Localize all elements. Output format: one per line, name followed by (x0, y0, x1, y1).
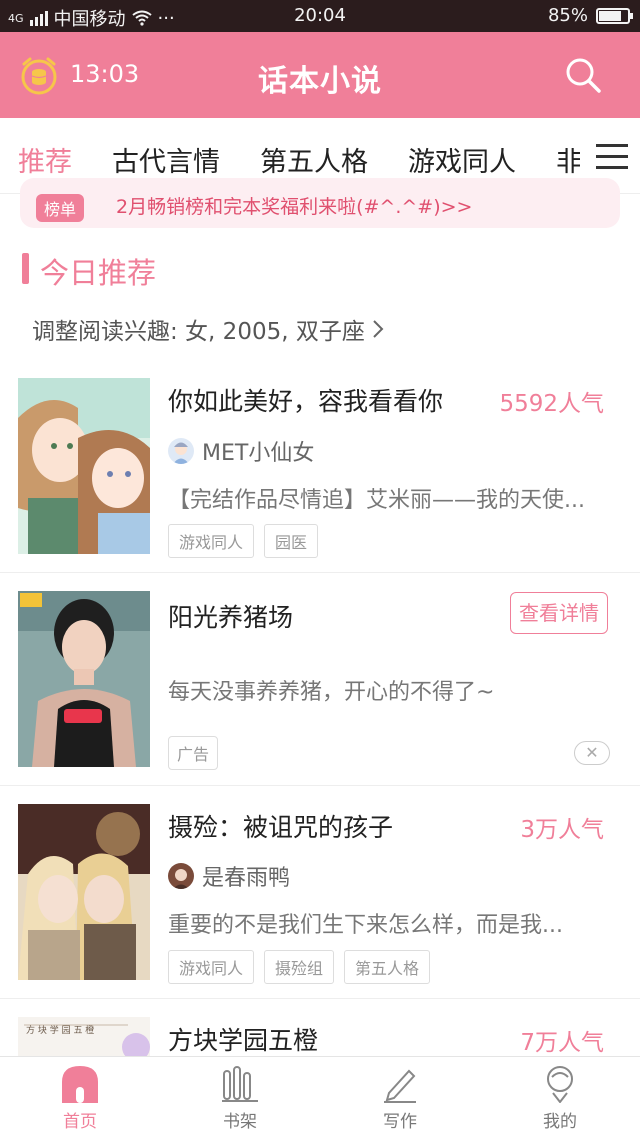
status-bar: 4G 中国移动 ··· 20:04 85% (0, 0, 640, 32)
popularity-count: 7万人气 (520, 1030, 604, 1056)
ad-label: 广告 (168, 736, 219, 770)
section-accent-bar (22, 253, 29, 284)
battery-icon (596, 7, 633, 24)
banner-tag: 榜单 (36, 194, 85, 222)
divider (0, 785, 640, 786)
home-icon (62, 1066, 98, 1103)
book-title: 你如此美好，容我看看你 (168, 387, 444, 416)
book-title: 方块学园五橙 (168, 1026, 319, 1055)
nav-label: 我的 (543, 1112, 577, 1132)
close-icon[interactable]: ✕ (574, 741, 610, 765)
bookshelf-icon (222, 1066, 258, 1102)
book-description: 【完结作品尽情追】艾米丽——我的天使... (168, 488, 585, 513)
nav-write[interactable]: 写作 (360, 1065, 440, 1132)
chevron-right-icon (373, 320, 384, 338)
app-title: 话本小说 (258, 64, 382, 99)
nav-label: 首页 (63, 1112, 97, 1132)
book-cover[interactable] (18, 378, 150, 554)
book-title: 摄殓：被诅咒的孩子 (168, 813, 394, 842)
divider (0, 998, 640, 999)
tag[interactable]: 游戏同人 (168, 524, 255, 558)
book-cover[interactable]: 方 块 学 园 五 橙 (18, 1017, 150, 1056)
author-avatar (168, 438, 194, 464)
tag[interactable]: 第五人格 (344, 950, 431, 984)
profile-icon (547, 1066, 573, 1103)
divider (0, 572, 640, 573)
nav-home[interactable]: 首页 (40, 1065, 120, 1132)
pencil-icon (384, 1069, 416, 1103)
book-cover[interactable] (18, 804, 150, 980)
bottom-navigation: 首页 书架 写作 我的 (0, 1056, 640, 1138)
author-avatar (168, 863, 194, 889)
popularity-count: 3万人气 (520, 817, 604, 843)
tag-list: 游戏同人 园医 (168, 524, 319, 558)
battery-level (599, 10, 621, 21)
banner-text: 2月畅销榜和完本奖福利来啦(#^.^#)>> (116, 196, 473, 218)
author-name: MET小仙女 (202, 441, 315, 466)
view-details-button[interactable]: 查看详情 (510, 592, 608, 634)
nav-label: 书架 (223, 1112, 257, 1132)
reading-interest-text: 调整阅读兴趣: 女, 2005, 双子座 (32, 319, 365, 345)
author[interactable]: MET小仙女 (168, 435, 314, 467)
ad-title: 阳光养猪场 (168, 603, 294, 632)
nav-profile[interactable]: 我的 (520, 1065, 600, 1132)
app-header: 13:03 话本小说 (0, 32, 640, 118)
tag-list: 游戏同人 摄殓组 第五人格 (168, 950, 431, 984)
book-description: 重要的不是我们生下来怎么样，而是我... (168, 913, 563, 938)
nav-label: 写作 (383, 1112, 417, 1132)
tag[interactable]: 摄殓组 (264, 950, 335, 984)
reading-interest[interactable]: 调整阅读兴趣: 女, 2005, 双子座 (32, 312, 385, 346)
tag[interactable]: 园医 (264, 524, 319, 558)
author-name: 是春雨鸭 (202, 866, 291, 891)
author[interactable]: 是春雨鸭 (168, 860, 290, 892)
nav-bookshelf[interactable]: 书架 (200, 1065, 280, 1132)
ad-description: 每天没事养养猪，开心的不得了~ (168, 680, 495, 705)
tab-cover (0, 118, 640, 195)
battery-percent: 85% (547, 5, 588, 26)
svg-text:方 块 学 园 五 橙: 方 块 学 园 五 橙 (26, 1024, 94, 1036)
search-icon[interactable] (564, 56, 602, 94)
popularity-count: 5592人气 (499, 391, 604, 417)
status-time: 20:04 (294, 5, 346, 26)
ad-image[interactable] (18, 591, 150, 767)
section-title: 今日推荐 (40, 256, 157, 290)
tag[interactable]: 游戏同人 (168, 950, 255, 984)
